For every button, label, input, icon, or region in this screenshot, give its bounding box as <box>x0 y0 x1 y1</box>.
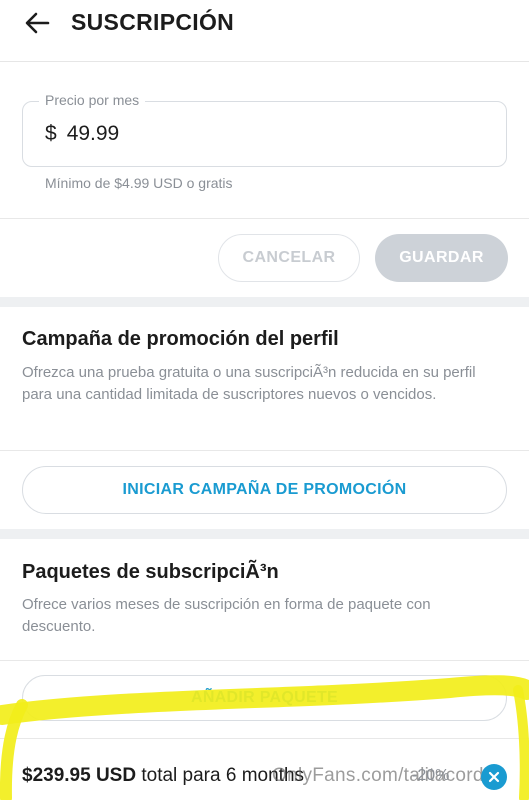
promotion-title: Campaña de promoción del perfil <box>22 328 339 350</box>
divider <box>0 450 529 451</box>
back-button[interactable] <box>20 8 54 38</box>
price-per-month-field[interactable]: Precio por mes $49.99 <box>22 92 507 167</box>
section-gap <box>0 529 529 539</box>
divider <box>0 738 529 739</box>
bundles-title: Paquetes de subscripciÃ³n <box>22 561 279 583</box>
bundle-amount: $239.95 USD <box>22 765 137 786</box>
price-amount: 49.99 <box>66 122 120 145</box>
save-button[interactable]: GUARDAR <box>375 234 508 282</box>
bundle-item: $239.95 USD total para 6 months <box>22 765 304 787</box>
currency-symbol: $ <box>45 122 57 145</box>
promotion-description: Ofrezca una prueba gratuita o una suscri… <box>22 364 476 403</box>
remove-bundle-button[interactable] <box>481 764 507 790</box>
start-promotion-button[interactable]: INICIAR CAMPAÑA DE PROMOCIÓN <box>22 466 507 514</box>
section-gap <box>0 297 529 307</box>
divider <box>0 218 529 219</box>
watermark: OnlyFans.com/talitacorda <box>272 765 495 786</box>
add-bundle-button[interactable]: AÑADIR PAQUETE <box>22 675 507 721</box>
arrow-left-icon <box>25 12 50 34</box>
price-hint: Mínimo de $4.99 USD o gratis <box>45 175 233 191</box>
price-field-value[interactable]: $49.99 <box>45 122 119 146</box>
app-header: SUSCRIPCIÓN <box>0 0 529 62</box>
divider <box>0 660 529 661</box>
price-field-label: Precio por mes <box>39 92 146 108</box>
cancel-button[interactable]: CANCELAR <box>218 234 360 282</box>
bundle-discount: -20% <box>412 767 450 784</box>
bundles-description: Ofrece varios meses de suscripción en fo… <box>22 596 431 635</box>
page-title: SUSCRIPCIÓN <box>71 9 235 35</box>
close-icon <box>488 771 500 783</box>
